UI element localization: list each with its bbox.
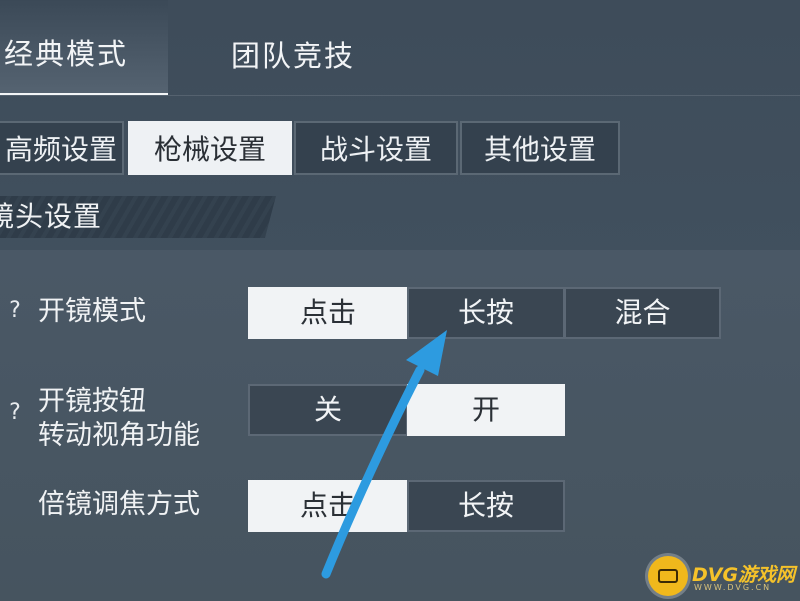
tab-classic-mode[interactable]: 经典模式	[0, 0, 168, 96]
subtab-other-settings[interactable]: 其他设置	[460, 121, 620, 175]
watermark: DVG游戏网 WWW.DVG.CN	[648, 556, 798, 596]
tab-team-deathmatch[interactable]: 团队竞技	[208, 20, 378, 92]
option-rotate-off[interactable]: 关	[248, 384, 408, 436]
gamepad-icon	[648, 556, 688, 596]
mode-tab-bar: 经典模式 团队竞技	[0, 0, 800, 96]
option-rotate-on[interactable]: 开	[407, 384, 565, 436]
subtab-combat-settings[interactable]: 战斗设置	[294, 121, 458, 175]
settings-screen: 经典模式 团队竞技 高频设置 枪械设置 战斗设置 其他设置 镜头设置 ? 开镜模…	[0, 0, 800, 601]
option-zoom-tap[interactable]: 点击	[248, 480, 408, 532]
row-label-zoom-focus: 倍镜调焦方式	[38, 489, 200, 520]
section-title: 镜头设置	[0, 200, 103, 233]
help-icon[interactable]: ?	[6, 298, 24, 323]
row-label-scope-rotate-line2: 转动视角功能	[38, 420, 200, 451]
tab-divider	[0, 95, 800, 96]
option-scope-mode-mixed[interactable]: 混合	[564, 287, 721, 339]
subtab-weapon-settings[interactable]: 枪械设置	[128, 121, 292, 175]
row-label-scope-mode: 开镜模式	[38, 296, 146, 327]
watermark-subtext: WWW.DVG.CN	[694, 583, 772, 592]
subtab-high-frequency[interactable]: 高频设置	[0, 121, 124, 175]
row-label-scope-rotate-line1: 开镜按钮	[38, 386, 146, 417]
option-scope-mode-tap[interactable]: 点击	[248, 287, 408, 339]
option-scope-mode-hold[interactable]: 长按	[407, 287, 565, 339]
option-zoom-hold[interactable]: 长按	[407, 480, 565, 532]
help-icon[interactable]: ?	[6, 400, 24, 425]
